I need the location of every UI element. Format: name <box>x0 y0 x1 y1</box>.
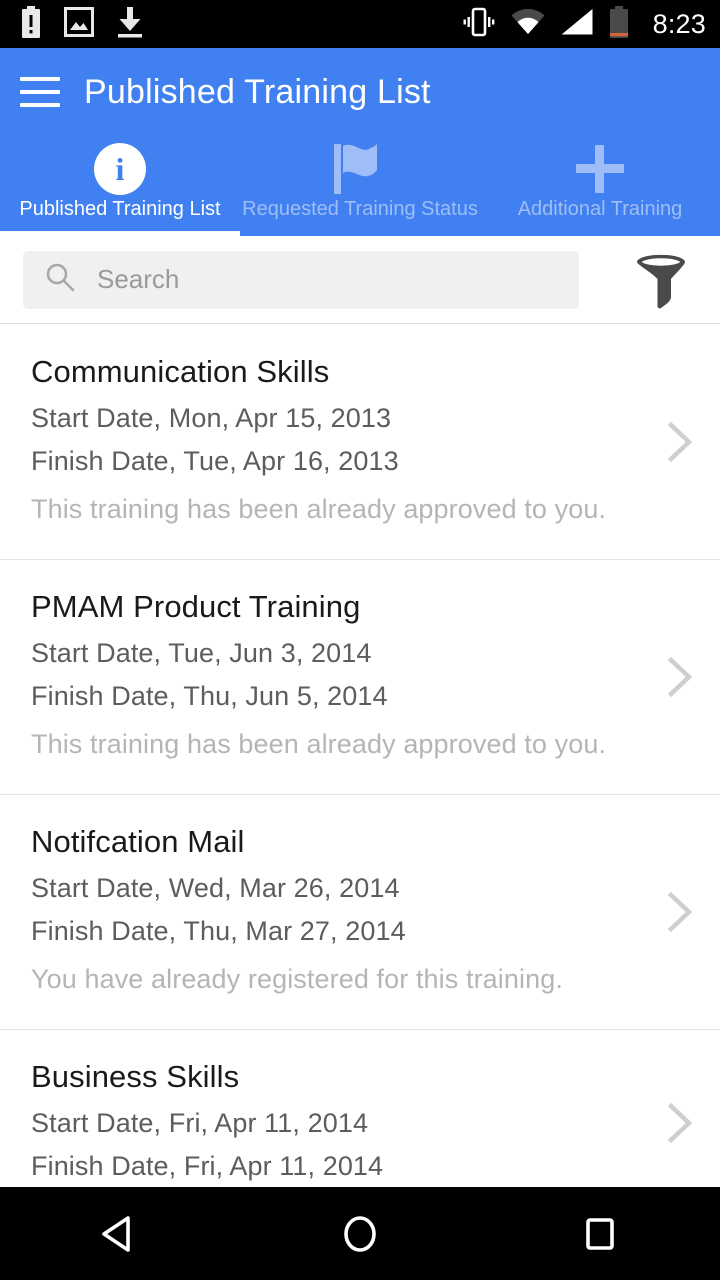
tab-label-published: Published Training List <box>19 198 221 220</box>
training-status: This training has been already approved … <box>31 729 607 759</box>
training-title: PMAM Product Training <box>31 589 361 624</box>
app-bar: Published Training List <box>0 48 720 136</box>
tab-bar: i Published Training List Requested Trai… <box>0 136 720 236</box>
status-bar-left-icons <box>20 5 144 43</box>
chevron-right-icon[interactable] <box>664 890 696 934</box>
chevron-right-icon[interactable] <box>664 420 696 464</box>
table-row[interactable]: Notifcation Mail Start Date, Wed, Mar 26… <box>0 795 720 1030</box>
download-icon <box>116 6 144 43</box>
training-finish-date: Finish Date, Thu, Mar 27, 2014 <box>31 916 406 946</box>
image-icon <box>64 6 94 42</box>
android-navigation-bar <box>0 1187 720 1280</box>
filter-funnel-icon[interactable] <box>630 249 692 311</box>
tab-requested-training-status[interactable]: Requested Training Status <box>240 136 480 236</box>
tab-additional-training[interactable]: Additional Training <box>480 136 720 236</box>
status-bar: 8:23 <box>0 0 720 48</box>
signal-icon <box>561 8 593 40</box>
search-icon <box>45 262 75 297</box>
training-status: This training has been already approved … <box>31 494 607 524</box>
training-start-date: Start Date, Mon, Apr 15, 2013 <box>31 403 392 433</box>
page-title: Published Training List <box>84 72 431 111</box>
training-finish-date: Finish Date, Fri, Apr 11, 2014 <box>31 1151 384 1181</box>
chevron-right-icon[interactable] <box>664 655 696 699</box>
table-row[interactable]: PMAM Product Training Start Date, Tue, J… <box>0 560 720 795</box>
training-start-date: Start Date, Tue, Jun 3, 2014 <box>31 638 372 668</box>
tab-label-additional: Additional Training <box>517 198 683 220</box>
tab-label-requested: Requested Training Status <box>242 198 478 220</box>
plus-icon <box>576 142 624 196</box>
battery-icon <box>609 5 629 43</box>
training-finish-date: Finish Date, Tue, Apr 16, 2013 <box>31 446 399 476</box>
tab-published-training-list[interactable]: i Published Training List <box>0 136 240 236</box>
status-bar-right-icons: 8:23 <box>463 5 706 43</box>
training-status: You have already registered for this tra… <box>31 964 563 994</box>
phone-screen: 8:23 Published Training List i Published… <box>0 0 720 1280</box>
battery-alert-icon <box>20 5 42 43</box>
training-list[interactable]: Communication Skills Start Date, Mon, Ap… <box>0 325 720 1187</box>
table-row[interactable]: Business Skills Start Date, Fri, Apr 11,… <box>0 1030 720 1187</box>
home-icon[interactable] <box>300 1187 420 1280</box>
flag-icon <box>331 142 389 196</box>
info-icon: i <box>94 142 146 196</box>
training-title: Communication Skills <box>31 354 330 389</box>
training-finish-date: Finish Date, Thu, Jun 5, 2014 <box>31 681 388 711</box>
recents-icon[interactable] <box>540 1187 660 1280</box>
wifi-icon <box>511 8 545 40</box>
hamburger-menu-icon[interactable] <box>20 77 60 107</box>
vibrate-icon <box>463 7 495 42</box>
search-row <box>0 236 720 324</box>
training-title: Business Skills <box>31 1059 240 1094</box>
chevron-right-icon[interactable] <box>664 1101 696 1145</box>
status-bar-clock: 8:23 <box>652 8 706 39</box>
training-start-date: Start Date, Fri, Apr 11, 2014 <box>31 1108 369 1138</box>
back-icon[interactable] <box>60 1187 180 1280</box>
search-input[interactable] <box>97 264 537 295</box>
training-title: Notifcation Mail <box>31 824 245 859</box>
training-start-date: Start Date, Wed, Mar 26, 2014 <box>31 873 400 903</box>
search-field[interactable] <box>23 250 579 309</box>
table-row[interactable]: Communication Skills Start Date, Mon, Ap… <box>0 325 720 560</box>
